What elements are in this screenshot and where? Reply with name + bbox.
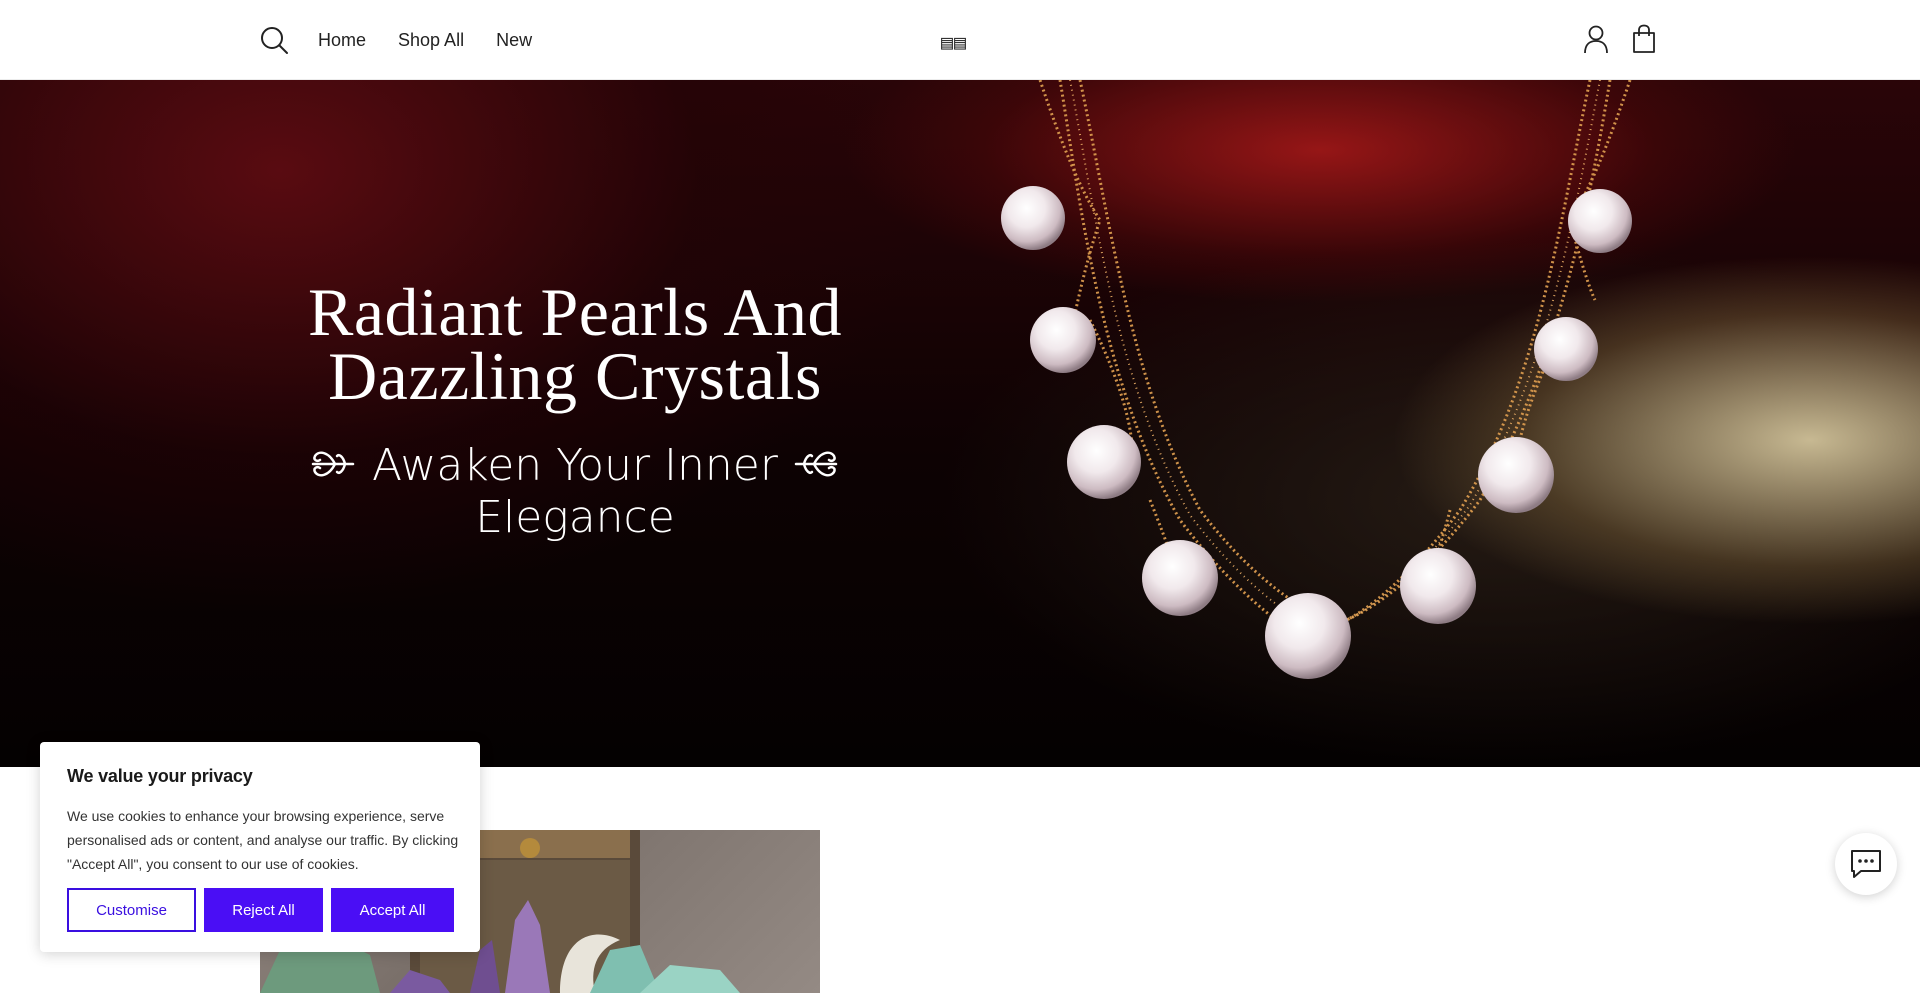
account-icon[interactable] [1582,24,1610,54]
cart-icon[interactable] [1630,24,1658,54]
chat-button[interactable] [1835,833,1897,895]
hero-title: Radiant Pearls And Dazzling Crystals [260,274,890,414]
site-header: Home Shop All New ▤▤ [0,0,1920,80]
cookie-title: We value your privacy [67,766,253,786]
search-icon[interactable] [259,25,289,55]
accept-all-button[interactable]: Accept All [331,888,454,932]
nav-new[interactable]: New [496,28,532,52]
main-nav: Home Shop All New [318,28,564,52]
cookie-body: We use cookies to enhance your browsing … [67,808,459,872]
hero-subtitle-line1: Awaken Your Inner [372,440,778,491]
hero-title-line2: Dazzling Crystals [328,338,822,414]
pearl-necklace-image [1001,80,1632,679]
cookie-consent-panel: We value your privacy We use cookies to … [40,742,480,952]
customise-button[interactable]: Customise [67,888,196,932]
pearls [1001,186,1632,679]
hero-title-line1: Radiant Pearls And [307,274,843,350]
reject-all-button[interactable]: Reject All [204,888,323,932]
nav-home[interactable]: Home [318,28,366,52]
chat-icon [1851,850,1881,878]
store-logo[interactable]: ▤▤ [941,31,967,53]
hero-subtitle-line2: Elegance [475,492,675,543]
hero-banner[interactable]: Radiant Pearls And Dazzling Crystals Awa… [0,80,1920,767]
nav-shop-all[interactable]: Shop All [398,28,464,52]
cookie-buttons: Customise Reject All Accept All [67,888,454,932]
hero-subtitle: Awaken Your Inner Elegance [300,440,850,544]
right-flourish-icon [794,451,838,477]
